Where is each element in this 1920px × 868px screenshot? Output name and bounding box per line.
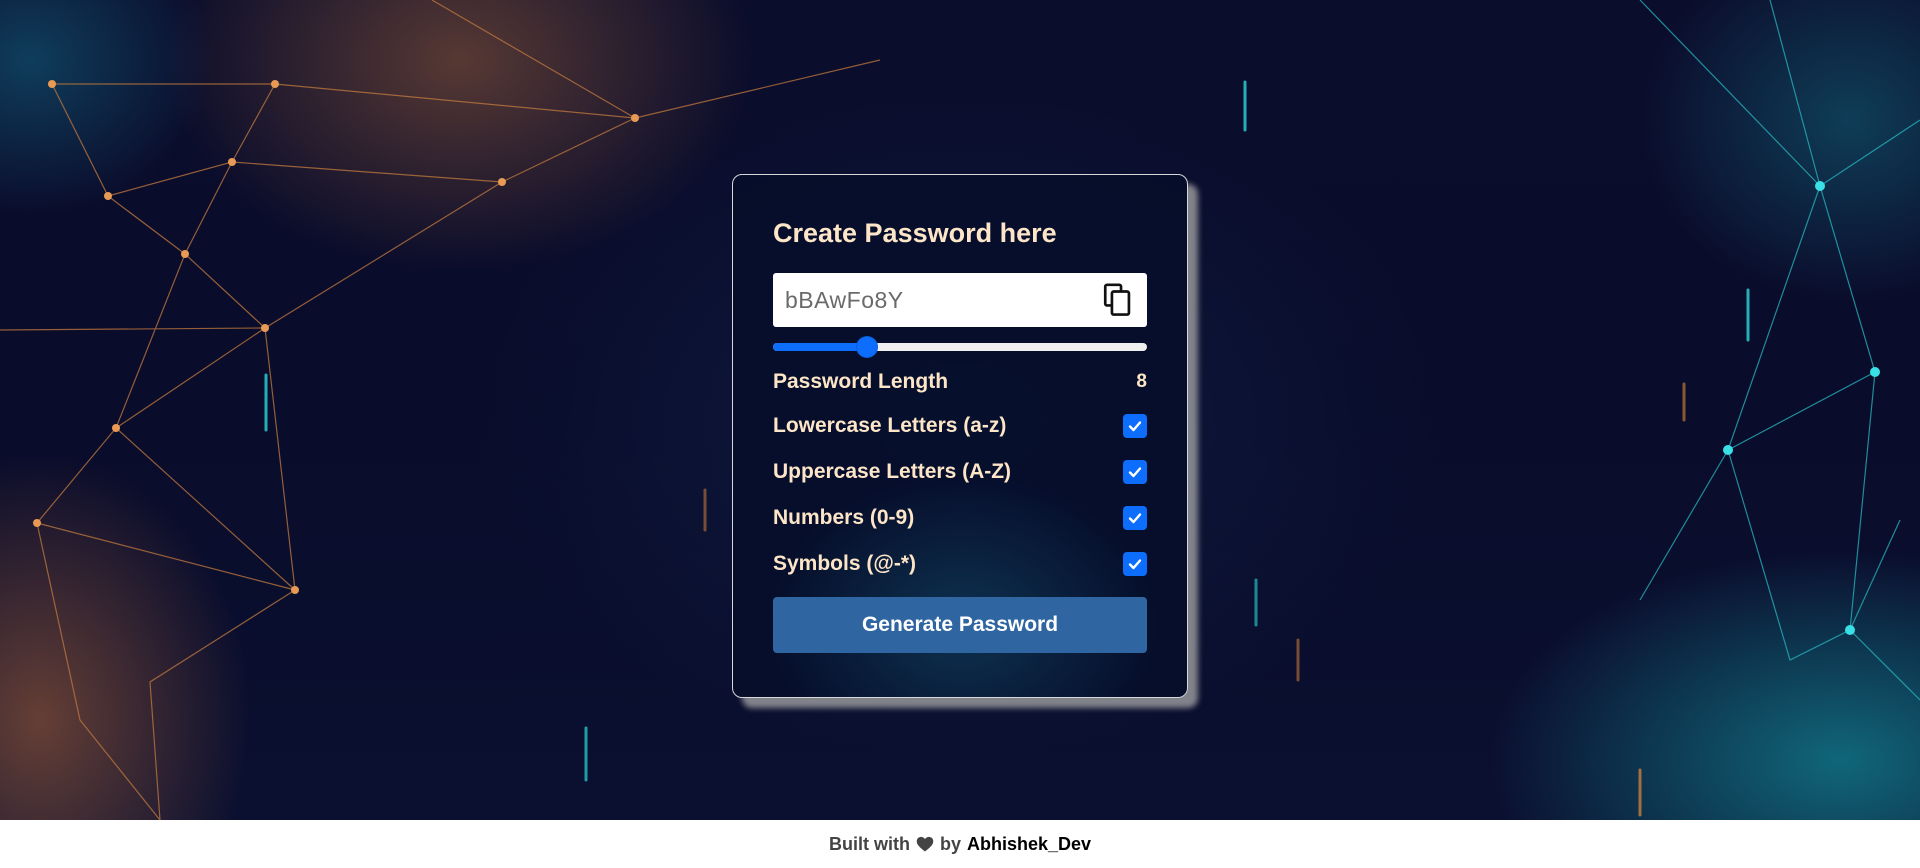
password-value[interactable]: bBAwFo8Y	[785, 287, 1101, 314]
uppercase-checkbox[interactable]	[1123, 460, 1147, 484]
option-symbols-label: Symbols (@-*)	[773, 552, 916, 575]
password-output-field[interactable]: bBAwFo8Y	[773, 273, 1147, 327]
card-title: Create Password here	[773, 218, 1057, 248]
option-lowercase: Lowercase Letters (a-z)	[773, 403, 1147, 449]
option-uppercase-label: Uppercase Letters (A-Z)	[773, 460, 1012, 483]
option-numbers-label: Numbers (0-9)	[773, 506, 915, 529]
generate-password-button[interactable]: Generate Password	[773, 597, 1147, 653]
password-length-row: Password Length 8	[773, 361, 1147, 403]
numbers-checkbox[interactable]	[1123, 506, 1147, 530]
checkmark-icon	[1128, 421, 1142, 432]
footer-prefix: Built with	[828, 833, 910, 854]
symbols-checkbox[interactable]	[1123, 552, 1147, 576]
option-numbers: Numbers (0-9)	[773, 495, 1147, 541]
slider-fill	[773, 343, 867, 351]
footer-by: by	[939, 833, 961, 854]
checkmark-icon	[1128, 559, 1142, 570]
checkmark-icon	[1128, 513, 1142, 524]
option-symbols: Symbols (@-*)	[773, 541, 1147, 587]
slider-thumb[interactable]	[857, 337, 877, 357]
password-length-slider[interactable]	[773, 337, 1147, 357]
checkmark-icon	[1128, 467, 1142, 478]
lowercase-checkbox[interactable]	[1123, 414, 1147, 438]
password-generator-card: Create Password here bBAwFo8Y Password L…	[732, 174, 1188, 698]
footer-author[interactable]: Abhishek_Dev	[967, 834, 1091, 855]
footer: Built with by Abhishek_Dev	[0, 820, 1920, 868]
option-uppercase: Uppercase Letters (A-Z)	[773, 449, 1147, 495]
password-length-value: 8	[1136, 371, 1147, 392]
option-lowercase-label: Lowercase Letters (a-z)	[773, 414, 1007, 437]
password-length-label: Password Length	[773, 370, 949, 393]
copy-icon[interactable]	[1101, 280, 1135, 320]
heart-icon	[916, 836, 934, 852]
